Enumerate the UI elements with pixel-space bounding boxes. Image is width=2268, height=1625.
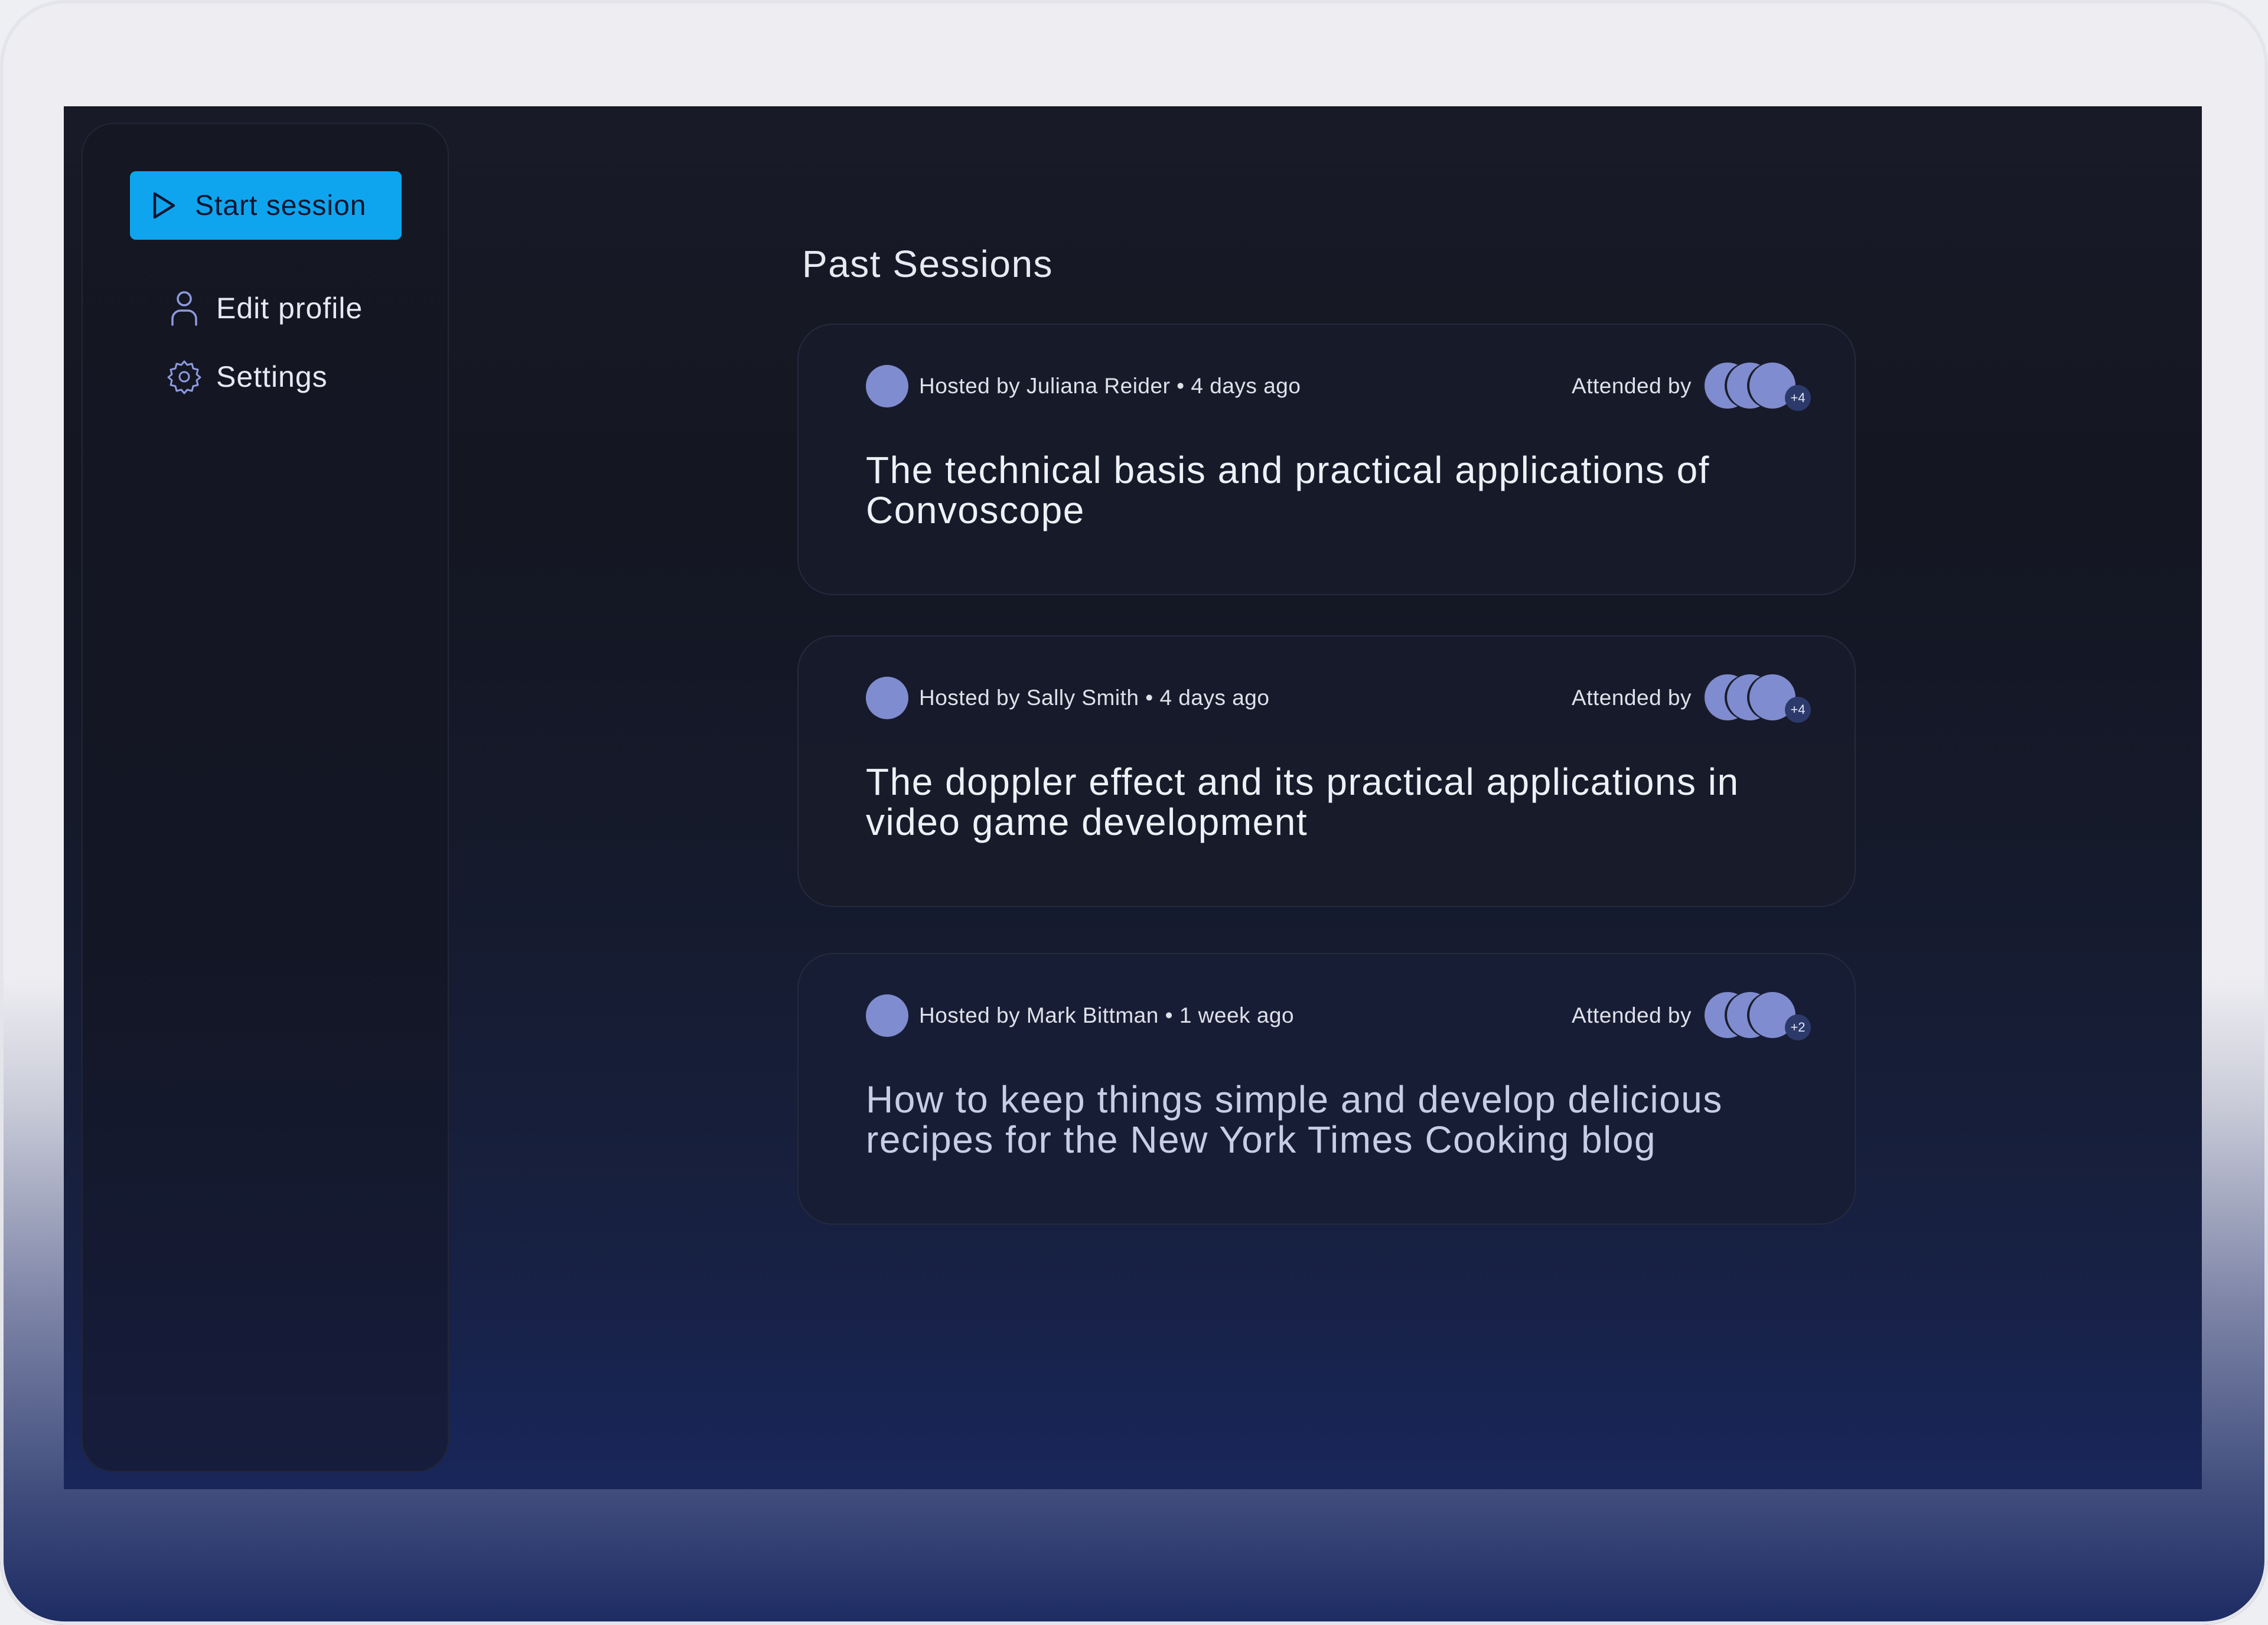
host-avatar xyxy=(866,677,908,719)
session-meta: Hosted by Sally Smith • 4 days ago Atten… xyxy=(866,674,1811,723)
sidebar-item-settings[interactable]: Settings xyxy=(165,359,328,394)
attended-by-label: Attended by xyxy=(1572,374,1692,398)
extra-attendees-badge: +2 xyxy=(1785,1014,1811,1040)
session-meta: Hosted by Juliana Reider • 4 days ago At… xyxy=(866,363,1811,411)
session-title: The technical basis and practical applic… xyxy=(866,449,1710,531)
gear-icon xyxy=(165,359,203,394)
host-info: Hosted by Sally Smith • 4 days ago xyxy=(919,686,1270,710)
attended-by-label: Attended by xyxy=(1572,686,1692,710)
sidebar-item-label: Settings xyxy=(216,360,328,393)
host-info: Hosted by Juliana Reider • 4 days ago xyxy=(919,374,1301,398)
app-screen: Start session Edit profile Settings Past… xyxy=(64,106,2202,1489)
start-session-button[interactable]: Start session xyxy=(130,171,402,240)
sidebar: Start session Edit profile Settings xyxy=(82,123,449,1472)
session-card[interactable]: Hosted by Juliana Reider • 4 days ago At… xyxy=(797,324,1856,595)
host-avatar xyxy=(866,994,908,1037)
session-card[interactable]: Hosted by Sally Smith • 4 days ago Atten… xyxy=(797,635,1856,907)
host-avatar xyxy=(866,365,908,407)
session-title: How to keep things simple and develop de… xyxy=(866,1078,1723,1161)
session-meta: Hosted by Mark Bittman • 1 week ago Atte… xyxy=(866,992,1811,1040)
host-info: Hosted by Mark Bittman • 1 week ago xyxy=(919,1003,1295,1027)
attended-by-label: Attended by xyxy=(1572,1003,1692,1027)
user-icon xyxy=(165,289,203,327)
sidebar-item-label: Edit profile xyxy=(216,292,363,325)
page-title: Past Sessions xyxy=(802,243,1054,285)
play-icon xyxy=(151,191,177,220)
sidebar-item-edit-profile[interactable]: Edit profile xyxy=(165,289,363,327)
device-frame: Start session Edit profile Settings Past… xyxy=(0,0,2268,1625)
attendee-avatars[interactable]: +2 xyxy=(1705,992,1811,1040)
attendee-avatars[interactable]: +4 xyxy=(1705,674,1811,723)
start-session-label: Start session xyxy=(195,190,367,221)
extra-attendees-badge: +4 xyxy=(1785,385,1811,411)
session-card[interactable]: Hosted by Mark Bittman • 1 week ago Atte… xyxy=(797,953,1856,1225)
session-title: The doppler effect and its practical app… xyxy=(866,761,1739,843)
extra-attendees-badge: +4 xyxy=(1785,697,1811,723)
attendee-avatars[interactable]: +4 xyxy=(1705,363,1811,411)
